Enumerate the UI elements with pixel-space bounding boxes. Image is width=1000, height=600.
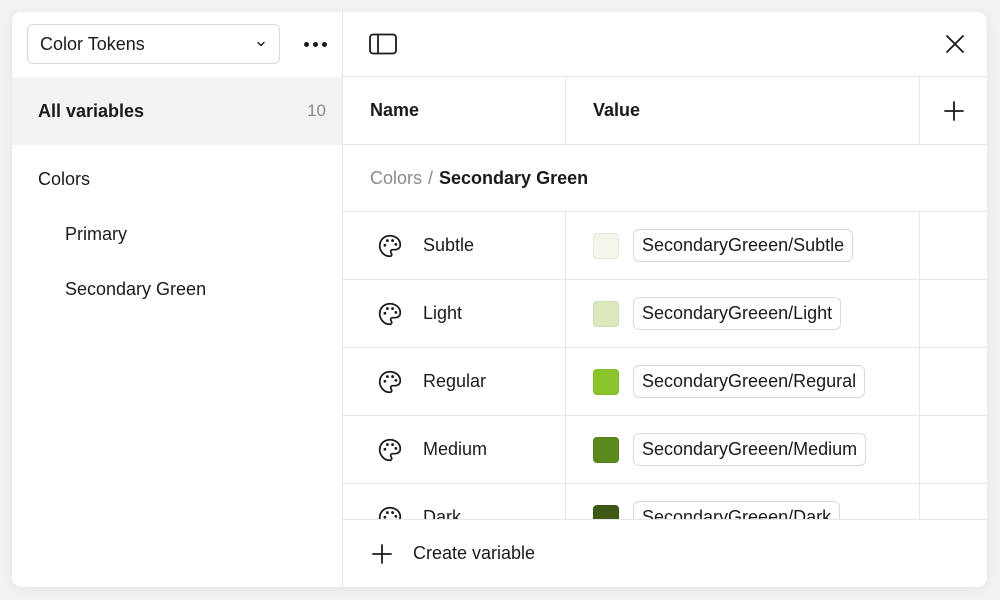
column-header-name: Name xyxy=(343,77,566,144)
alias-chip[interactable]: SecondaryGreeen/Subtle xyxy=(633,229,854,262)
variable-name-cell: Medium xyxy=(343,416,566,483)
table-row[interactable]: Dark SecondaryGreeen/Dark xyxy=(343,484,987,519)
create-variable-label: Create variable xyxy=(413,543,536,563)
variables-panel: Color Tokens All variables 10 Colors Pri… xyxy=(12,12,987,587)
variable-value-cell[interactable]: SecondaryGreeen/Regural xyxy=(566,348,920,415)
more-dot-icon xyxy=(312,41,318,47)
variable-value-cell[interactable]: SecondaryGreeen/Light xyxy=(566,280,920,347)
sidebar-toggle-icon[interactable] xyxy=(369,33,397,55)
chevron-down-icon xyxy=(257,41,265,47)
alias-chip[interactable]: SecondaryGreeen/Dark xyxy=(633,501,841,519)
color-swatch xyxy=(593,504,619,519)
table-row[interactable]: Medium SecondaryGreeen/Medium xyxy=(343,416,987,484)
sidebar-group-primary[interactable]: Primary xyxy=(12,214,342,254)
top-bar xyxy=(343,12,987,77)
variable-name: Medium xyxy=(423,439,488,459)
table-row[interactable]: Light SecondaryGreeen/Light xyxy=(343,280,987,348)
variable-name-cell: Dark xyxy=(343,484,566,519)
table-header: Name Value xyxy=(343,77,987,145)
plus-icon xyxy=(372,543,392,564)
color-swatch xyxy=(593,436,619,463)
all-variables-label: All variables xyxy=(38,100,145,121)
breadcrumb-current: Secondary Green xyxy=(439,167,589,188)
table-row[interactable]: Subtle SecondaryGreeen/Subtle xyxy=(343,212,987,280)
sidebar-group-colors[interactable]: Colors xyxy=(12,159,342,199)
all-variables-item[interactable]: All variables 10 xyxy=(12,77,342,145)
alias-chip[interactable]: SecondaryGreeen/Light xyxy=(633,297,842,330)
sidebar-group-secondary-green[interactable]: Secondary Green xyxy=(12,269,342,309)
table-row[interactable]: Regular SecondaryGreeen/Regural xyxy=(343,348,987,416)
breadcrumb-separator: / xyxy=(428,167,434,188)
palette-icon xyxy=(378,302,402,325)
palette-icon xyxy=(378,506,402,519)
palette-icon xyxy=(378,370,402,393)
palette-icon xyxy=(378,234,402,257)
color-swatch xyxy=(593,300,619,327)
variable-rows: Subtle SecondaryGreeen/Subtle Light Seco… xyxy=(343,212,987,519)
more-options-button[interactable] xyxy=(298,30,332,58)
create-variable-button[interactable]: Create variable xyxy=(343,519,987,587)
palette-icon xyxy=(378,438,402,461)
variable-value-cell[interactable]: SecondaryGreeen/Medium xyxy=(566,416,920,483)
variable-name-cell: Subtle xyxy=(343,212,566,279)
add-column-button[interactable] xyxy=(920,77,987,144)
sidebar: Color Tokens All variables 10 Colors Pri… xyxy=(12,12,343,587)
color-swatch xyxy=(593,368,619,395)
column-header-value: Value xyxy=(566,77,920,144)
variable-name: Light xyxy=(423,303,463,323)
more-dot-icon xyxy=(321,41,327,47)
variable-name: Subtle xyxy=(423,235,475,255)
more-dot-icon xyxy=(303,41,309,47)
variable-value-cell[interactable]: SecondaryGreeen/Subtle xyxy=(566,212,920,279)
collection-dropdown[interactable]: Color Tokens xyxy=(27,24,280,64)
breadcrumb: Colors / Secondary Green xyxy=(343,145,987,212)
variable-name: Dark xyxy=(423,507,462,519)
breadcrumb-parent[interactable]: Colors xyxy=(370,168,422,189)
main-area: Name Value Colors / Secondary Green Subt… xyxy=(343,12,987,587)
variable-name-cell: Regular xyxy=(343,348,566,415)
close-icon[interactable] xyxy=(945,34,965,54)
collection-dropdown-label: Color Tokens xyxy=(40,33,145,54)
color-swatch xyxy=(593,232,619,259)
variable-name-cell: Light xyxy=(343,280,566,347)
plus-icon xyxy=(943,100,964,121)
variable-name: Regular xyxy=(423,371,487,391)
all-variables-count: 10 xyxy=(307,101,326,120)
alias-chip[interactable]: SecondaryGreeen/Medium xyxy=(633,433,867,466)
alias-chip[interactable]: SecondaryGreeen/Regural xyxy=(633,365,866,398)
variable-value-cell[interactable]: SecondaryGreeen/Dark xyxy=(566,484,920,519)
